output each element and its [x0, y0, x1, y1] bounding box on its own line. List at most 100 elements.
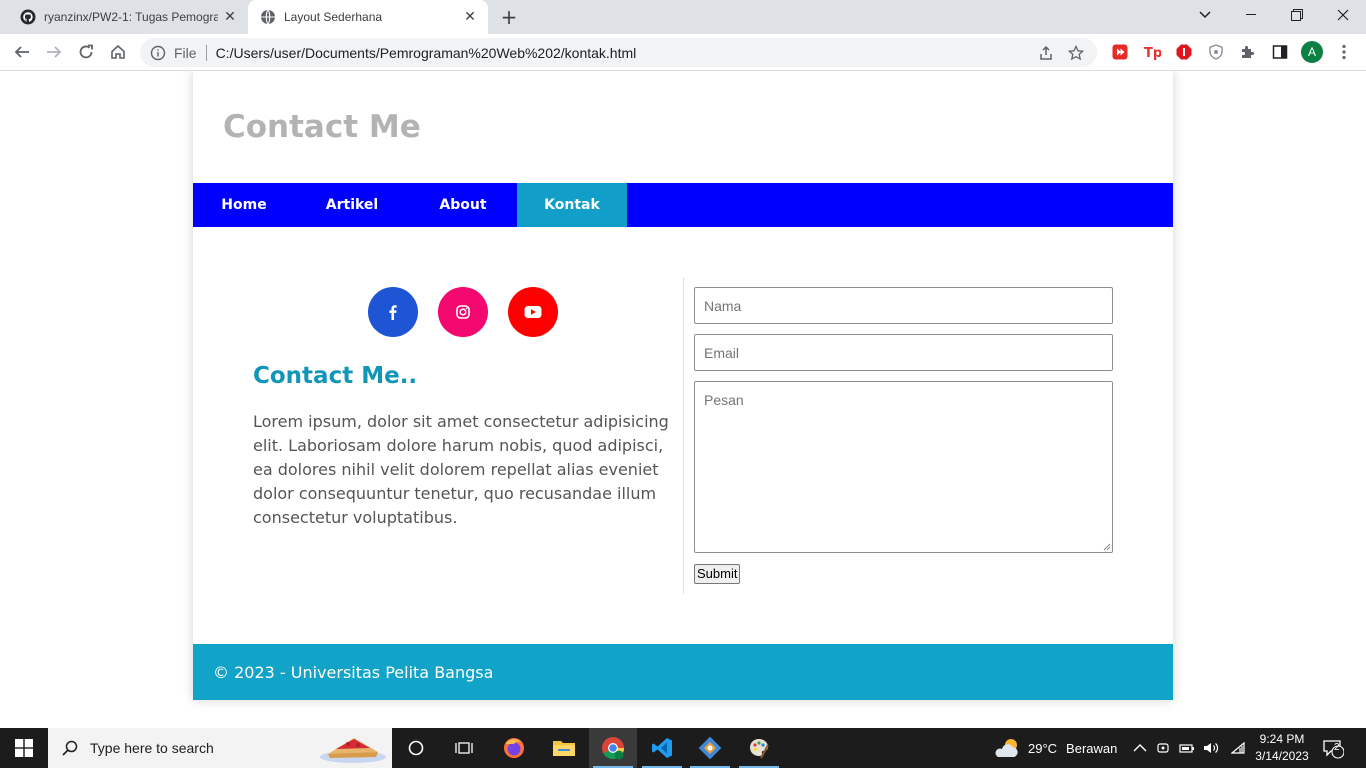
globe-icon — [260, 9, 276, 25]
taskbar-clock[interactable]: 9:24 PM 3/14/2023 — [1248, 731, 1316, 765]
main-nav: Home Artikel About Kontak — [193, 183, 1173, 227]
notification-center-button[interactable]: 2 — [1322, 728, 1344, 768]
volume-icon[interactable] — [1203, 741, 1219, 755]
youtube-icon — [524, 306, 542, 318]
contact-description: Lorem ipsum, dolor sit amet consectetur … — [253, 412, 669, 527]
site-header: Contact Me — [193, 71, 1173, 183]
profile-avatar[interactable]: A — [1301, 41, 1323, 63]
nav-artikel[interactable]: Artikel — [295, 183, 409, 227]
file-explorer-taskbar-button[interactable] — [540, 728, 588, 768]
browser-toolbar: File C:/Users/user/Documents/Pemrograman… — [0, 34, 1366, 71]
weather-temp: 29°C — [1028, 740, 1058, 756]
back-button[interactable] — [8, 38, 36, 66]
extensions-puzzle-icon[interactable] — [1237, 41, 1259, 63]
submit-button[interactable]: Submit — [694, 563, 741, 584]
vscode-icon — [652, 738, 672, 758]
extension-red-play-icon[interactable] — [1109, 41, 1131, 63]
tab-layout-sederhana[interactable]: Layout Sederhana ✕ — [248, 0, 488, 34]
wifi-icon[interactable] — [1231, 742, 1245, 754]
social-links — [368, 287, 558, 337]
nav-kontak[interactable]: Kontak — [517, 183, 627, 227]
divider — [683, 277, 684, 594]
cortana-circle-icon — [408, 740, 424, 756]
divider — [205, 44, 207, 61]
share-icon[interactable] — [1031, 39, 1061, 67]
clock-time: 9:24 PM — [1259, 732, 1305, 746]
tab-search-icon[interactable] — [1182, 0, 1228, 30]
weather-widget[interactable]: 29°C Berawan — [994, 728, 1117, 768]
tab-title: Layout Sederhana — [284, 10, 383, 24]
cortana-button[interactable] — [392, 728, 440, 768]
info-icon[interactable] — [150, 45, 166, 61]
message-placeholder: Pesan — [704, 392, 744, 408]
restore-button[interactable] — [1274, 0, 1320, 30]
menu-kebab-icon[interactable] — [1333, 41, 1355, 63]
chevron-up-icon[interactable] — [1133, 743, 1147, 753]
page-title: Contact Me — [223, 109, 421, 145]
name-field[interactable]: Nama — [694, 287, 1113, 324]
instagram-button[interactable] — [438, 287, 488, 337]
chrome-taskbar-button[interactable] — [589, 728, 637, 768]
reload-button[interactable] — [72, 38, 100, 66]
contact-form: Nama Email Pesan Submit — [694, 287, 1113, 584]
extension-shield-icon[interactable] — [1205, 41, 1227, 63]
address-bar[interactable]: File C:/Users/user/Documents/Pemrograman… — [140, 38, 1097, 67]
email-placeholder: Email — [704, 344, 740, 361]
system-tray — [1133, 728, 1245, 768]
youtube-button[interactable] — [508, 287, 558, 337]
extension-adblock-icon[interactable] — [1173, 41, 1195, 63]
search-placeholder: Type here to search — [90, 740, 214, 756]
vscode-taskbar-button[interactable] — [638, 728, 686, 768]
side-panel-icon[interactable] — [1269, 41, 1291, 63]
email-field[interactable]: Email — [694, 334, 1113, 371]
pie-highlight-icon — [320, 738, 386, 763]
facebook-button[interactable] — [368, 287, 418, 337]
extension-tp-icon[interactable]: Tp — [1141, 41, 1163, 63]
folder-icon — [553, 741, 575, 756]
task-view-icon — [455, 742, 473, 754]
tab-title: ryanzinx/PW2-1: Tugas Pemograman Web 2 — [44, 10, 218, 24]
task-view-button[interactable] — [440, 728, 488, 768]
svg-text:Tp: Tp — [1144, 46, 1161, 60]
contact-heading: Contact Me.. — [253, 363, 418, 389]
close-window-button[interactable] — [1320, 0, 1366, 30]
url-text[interactable]: C:/Users/user/Documents/Pemrograman%20We… — [216, 45, 1031, 61]
page-viewport: Contact Me Home Artikel About Kontak Con… — [0, 71, 1366, 728]
windows-logo-icon — [15, 739, 33, 757]
nav-home[interactable]: Home — [193, 183, 295, 227]
nav-about[interactable]: About — [409, 183, 517, 227]
site-footer: © 2023 - Universitas Pelita Bangsa — [193, 644, 1173, 700]
minimize-button[interactable] — [1228, 0, 1274, 30]
home-button[interactable] — [104, 38, 132, 66]
meet-now-icon[interactable] — [1156, 741, 1170, 755]
scheme-label: File — [174, 44, 197, 61]
notification-icon — [1323, 740, 1344, 759]
close-icon[interactable]: ✕ — [218, 5, 242, 29]
avatar-initial: A — [1307, 45, 1316, 59]
github-icon — [20, 9, 36, 25]
paint-palette-icon — [750, 739, 769, 759]
close-icon[interactable]: ✕ — [458, 5, 482, 29]
bookmark-star-icon[interactable] — [1061, 39, 1091, 67]
taskbar-search[interactable]: Type here to search — [48, 728, 392, 768]
page-container: Contact Me Home Artikel About Kontak Con… — [193, 71, 1173, 700]
battery-icon[interactable] — [1179, 742, 1195, 754]
resize-grip-icon[interactable] — [1102, 542, 1111, 551]
tab-bar: ryanzinx/PW2-1: Tugas Pemograman Web 2 ✕… — [0, 0, 1366, 34]
message-textarea[interactable]: Pesan — [694, 381, 1113, 553]
tab-github[interactable]: ryanzinx/PW2-1: Tugas Pemograman Web 2 ✕ — [8, 0, 248, 34]
partly-cloudy-icon — [995, 739, 1018, 757]
git-taskbar-button[interactable] — [686, 728, 734, 768]
taskbar: Type here to search 29°C Berawan 9:24 PM… — [0, 728, 1366, 768]
firefox-taskbar-button[interactable] — [490, 728, 538, 768]
search-icon — [62, 740, 78, 756]
new-tab-button[interactable]: + — [496, 5, 522, 29]
forward-button[interactable] — [40, 38, 68, 66]
paint-taskbar-button[interactable] — [735, 728, 783, 768]
name-placeholder: Nama — [704, 297, 742, 314]
start-button[interactable] — [0, 728, 48, 768]
footer-text: © 2023 - Universitas Pelita Bangsa — [213, 662, 494, 682]
notification-count: 2 — [1334, 742, 1340, 753]
facebook-icon — [389, 305, 397, 320]
contact-section: Contact Me.. Lorem ipsum, dolor sit amet… — [193, 227, 1173, 644]
